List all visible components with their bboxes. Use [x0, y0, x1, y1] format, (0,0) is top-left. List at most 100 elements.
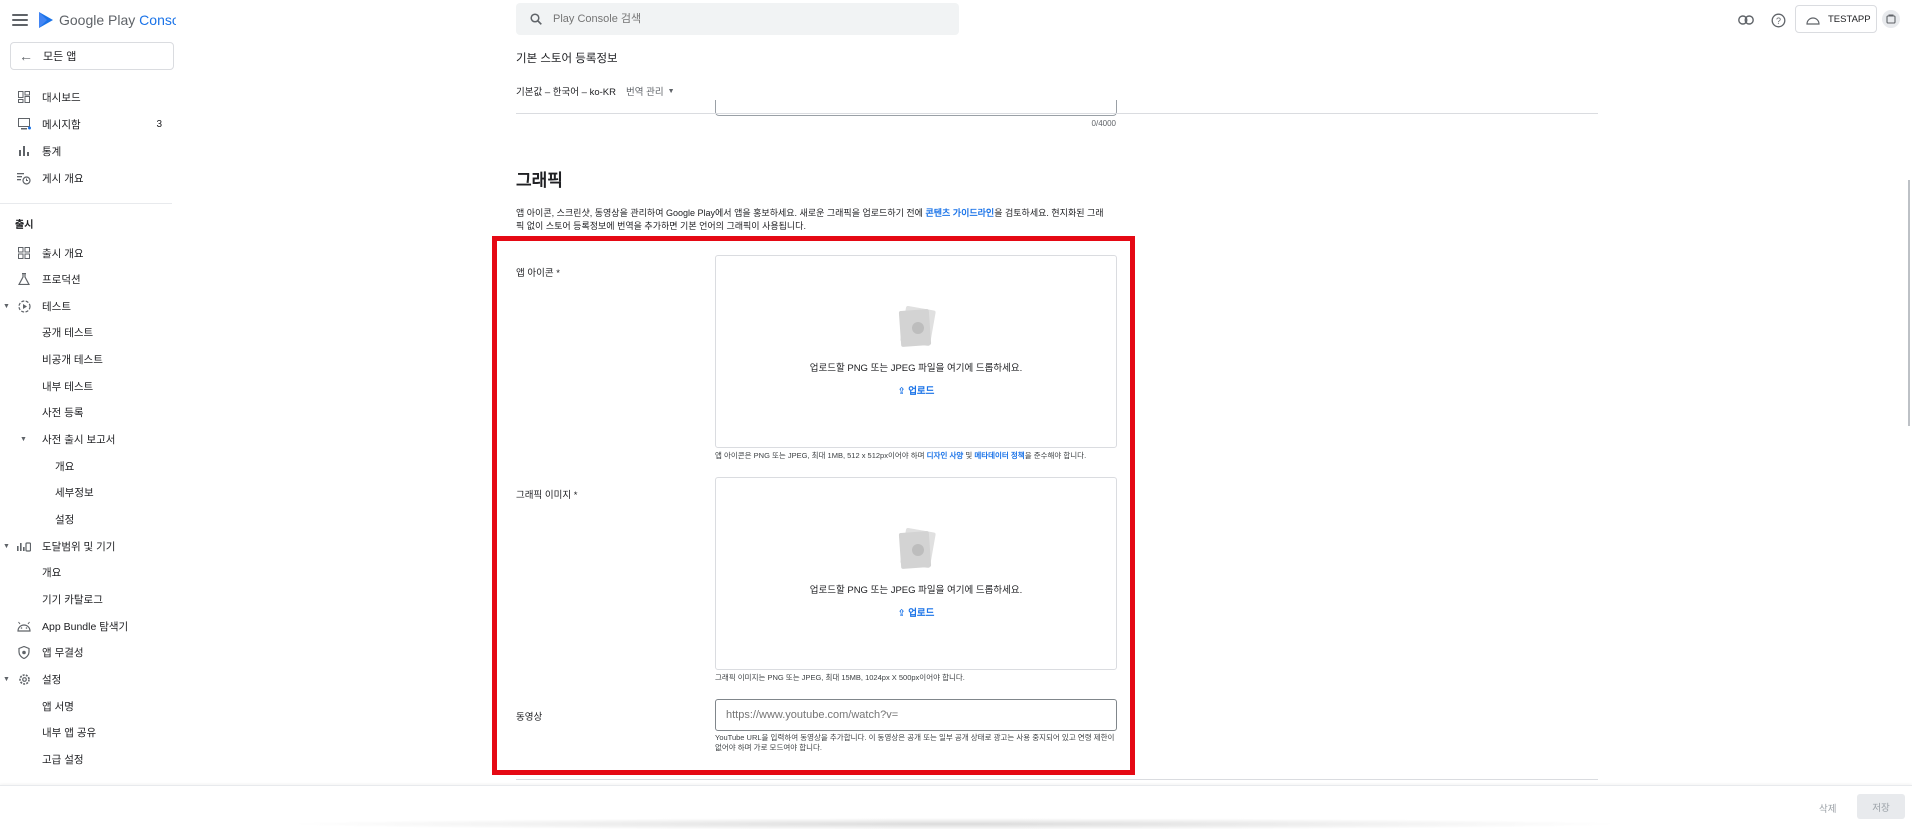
- sidebar-item-label: 세부정보: [55, 486, 94, 499]
- desc-text: 앱 아이콘, 스크린샷, 동영상을 관리하여 Google Play에서 앱을 …: [516, 208, 926, 218]
- sidebar-item-publishing-overview[interactable]: 게시 개요: [0, 167, 176, 189]
- sidebar-item-production[interactable]: 프로덕션: [0, 268, 176, 290]
- sidebar-item-label: App Bundle 탐색기: [42, 620, 129, 633]
- sidebar: Google Play Console ← 모든 앱 대시보드 메시지함 3 통…: [0, 0, 176, 785]
- sidebar-item-label: 내부 테스트: [42, 380, 94, 393]
- top-actions: ?: [1736, 10, 1788, 30]
- inbox-count-badge: 3: [156, 118, 162, 130]
- sidebar-item-statistics[interactable]: 통계: [0, 140, 176, 162]
- default-language: 기본값 – 한국어 – ko-KR: [516, 87, 616, 98]
- dashboard-icon: [17, 90, 31, 104]
- sidebar-item-report-settings[interactable]: 설정: [0, 508, 176, 530]
- page-title: 기본 스토어 등록정보: [516, 53, 618, 65]
- sidebar-item-label: 사전 출시 보고서: [42, 433, 116, 446]
- sidebar-item-pre-launch-report[interactable]: ▼ 사전 출시 보고서: [0, 428, 176, 450]
- sidebar-item-report-details[interactable]: 세부정보: [0, 481, 176, 503]
- footer-shadow: [280, 818, 1630, 829]
- sidebar-item-label: 게시 개요: [42, 172, 84, 185]
- all-apps-label: 모든 앱: [43, 51, 77, 63]
- sidebar-item-settings[interactable]: ▼ 설정: [0, 668, 176, 690]
- sidebar-item-label: 출시 개요: [42, 247, 84, 260]
- menu-icon[interactable]: [12, 14, 28, 26]
- bar-chart-icon: [17, 144, 31, 158]
- sidebar-item-open-testing[interactable]: 공개 테스트: [0, 321, 176, 343]
- sidebar-item-app-integrity[interactable]: 앱 무결성: [0, 641, 176, 663]
- help-icon[interactable]: ?: [1768, 10, 1788, 30]
- search-icon: [530, 13, 542, 25]
- sidebar-item-internal-app-sharing[interactable]: 내부 앱 공유: [0, 721, 176, 743]
- chevron-down-icon[interactable]: ▼: [20, 436, 27, 443]
- sidebar-item-device-catalog[interactable]: 기기 카탈로그: [0, 588, 176, 610]
- search-bar[interactable]: [516, 3, 959, 35]
- sidebar-item-label: 앱 서명: [42, 700, 74, 713]
- search-input[interactable]: [553, 13, 913, 25]
- sidebar-item-app-signing[interactable]: 앱 서명: [0, 695, 176, 717]
- arrow-back-icon: ←: [19, 48, 33, 64]
- play-circle-icon: [17, 299, 31, 313]
- sidebar-item-reach-devices[interactable]: ▼ 도달범위 및 기기: [0, 535, 176, 557]
- sidebar-item-label: 프로덕션: [42, 273, 81, 286]
- sidebar-item-report-overview[interactable]: 개요: [0, 455, 176, 477]
- sidebar-item-label: 기기 카탈로그: [42, 593, 103, 606]
- content-guidelines-link[interactable]: 콘텐츠 가이드라인: [925, 208, 994, 218]
- graphics-description: 앱 아이콘, 스크린샷, 동영상을 관리하여 Google Play에서 앱을 …: [516, 207, 1111, 233]
- sidebar-item-inbox[interactable]: 메시지함 3: [0, 113, 176, 135]
- section-divider: [516, 779, 1598, 780]
- sidebar-item-release-overview[interactable]: 출시 개요: [0, 242, 176, 264]
- sidebar-item-label: 개요: [55, 460, 75, 473]
- sidebar-item-label: 내부 앱 공유: [42, 726, 97, 739]
- app-name: TESTAPP: [1828, 13, 1871, 25]
- account-icon[interactable]: [1882, 10, 1900, 28]
- sidebar-item-testing[interactable]: ▼ 테스트: [0, 295, 176, 317]
- sidebar-item-label: 통계: [42, 145, 62, 158]
- sidebar-item-label: 메시지함: [42, 118, 81, 131]
- inbox-icon: [17, 117, 31, 131]
- chevron-down-icon[interactable]: ▼: [3, 543, 10, 550]
- play-console-logo[interactable]: Google Play Console: [38, 11, 176, 29]
- dropdown-arrow-icon: ▼: [667, 87, 675, 95]
- gear-icon: [17, 672, 31, 686]
- sidebar-item-closed-testing[interactable]: 비공개 테스트: [0, 348, 176, 370]
- shield-icon: [17, 645, 31, 659]
- chevron-down-icon[interactable]: ▼: [3, 676, 10, 683]
- history-icon: [17, 171, 31, 185]
- sidebar-item-label: 설정: [55, 513, 75, 526]
- sidebar-item-label: 사전 등록: [42, 406, 84, 419]
- grid-icon: [17, 246, 31, 260]
- flask-icon: [17, 272, 31, 286]
- logo-text: Google Play Console: [59, 12, 176, 28]
- graphics-section-title: 그래픽: [516, 171, 563, 190]
- android-icon: [1806, 16, 1820, 25]
- sidebar-item-label: 개요: [42, 566, 62, 579]
- char-counter: 0/4000: [1091, 119, 1116, 128]
- sidebar-item-label: 고급 설정: [42, 753, 84, 766]
- sidebar-item-advanced-settings[interactable]: 고급 설정: [0, 748, 176, 770]
- scrollbar[interactable]: [1908, 180, 1910, 426]
- sidebar-item-internal-testing[interactable]: 내부 테스트: [0, 375, 176, 397]
- reach-icon: [17, 539, 31, 553]
- link-icon[interactable]: [1736, 10, 1756, 30]
- sidebar-item-label: 설정: [42, 673, 62, 686]
- release-section-heading: 출시: [15, 220, 34, 231]
- manage-translations-label: 번역 관리: [625, 87, 664, 98]
- sidebar-item-label: 공개 테스트: [42, 326, 94, 339]
- language-row: 기본값 – 한국어 – ko-KR 번역 관리 ▼: [516, 84, 675, 98]
- sidebar-item-app-bundle-explorer[interactable]: App Bundle 탐색기: [0, 615, 176, 637]
- brand: Google Play Console: [12, 8, 176, 32]
- all-apps-button[interactable]: ← 모든 앱: [10, 42, 174, 70]
- sidebar-item-reach-overview[interactable]: 개요: [0, 561, 176, 583]
- play-logo-icon: [39, 12, 53, 28]
- chevron-down-icon[interactable]: ▼: [3, 303, 10, 310]
- header-divider: [516, 113, 1598, 114]
- sidebar-item-dashboard[interactable]: 대시보드: [0, 86, 176, 108]
- footer-bar: 삭제 저장: [0, 785, 1912, 829]
- app-selector[interactable]: TESTAPP: [1795, 5, 1877, 33]
- manage-translations-dropdown[interactable]: 번역 관리 ▼: [626, 84, 675, 98]
- highlight-box: [492, 236, 1135, 775]
- save-button[interactable]: 저장: [1857, 794, 1905, 819]
- sidebar-item-label: 도달범위 및 기기: [42, 540, 116, 553]
- sidebar-item-pre-registration[interactable]: 사전 등록: [0, 401, 176, 423]
- sidebar-item-label: 앱 무결성: [42, 646, 84, 659]
- delete-button[interactable]: 삭제: [1819, 801, 1836, 815]
- sidebar-item-label: 비공개 테스트: [42, 353, 103, 366]
